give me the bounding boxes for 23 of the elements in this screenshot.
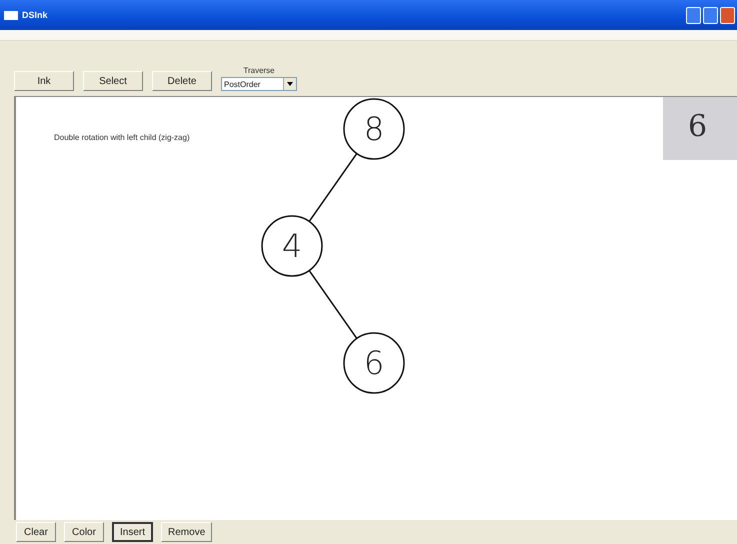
dropdown-arrow-icon bbox=[287, 82, 293, 86]
minimize-button[interactable] bbox=[686, 6, 701, 24]
window-title: DSInk bbox=[22, 10, 48, 20]
toolbar-button[interactable]: Select bbox=[83, 71, 143, 91]
bottom-button[interactable]: Insert bbox=[112, 522, 154, 542]
bottom-button[interactable]: Color bbox=[64, 522, 104, 542]
tree-node[interactable]: 6 bbox=[343, 332, 405, 394]
toolbar-button[interactable]: Ink bbox=[14, 71, 74, 91]
traverse-label: Traverse bbox=[243, 66, 275, 75]
maximize-button[interactable] bbox=[703, 6, 718, 24]
edge-line bbox=[308, 153, 358, 222]
toolbar-button[interactable]: Delete bbox=[152, 71, 212, 91]
drawing-canvas[interactable]: Double rotation with left child (zig-zag) 6 6 4 8 bbox=[14, 96, 737, 520]
app-icon bbox=[4, 10, 18, 20]
close-button[interactable] bbox=[720, 6, 735, 24]
caption: Double rotation with left child (zig-zag) bbox=[54, 133, 190, 142]
edge-line bbox=[308, 270, 358, 339]
bottom-button[interactable]: Remove bbox=[161, 522, 212, 542]
traverse-dropdown[interactable]: PostOrder bbox=[221, 77, 297, 91]
preview-digit: 6 bbox=[688, 109, 708, 144]
bottom-button[interactable]: Clear bbox=[16, 522, 56, 542]
tree-node[interactable]: 4 bbox=[261, 215, 323, 277]
tree-node[interactable]: 8 bbox=[343, 98, 405, 160]
